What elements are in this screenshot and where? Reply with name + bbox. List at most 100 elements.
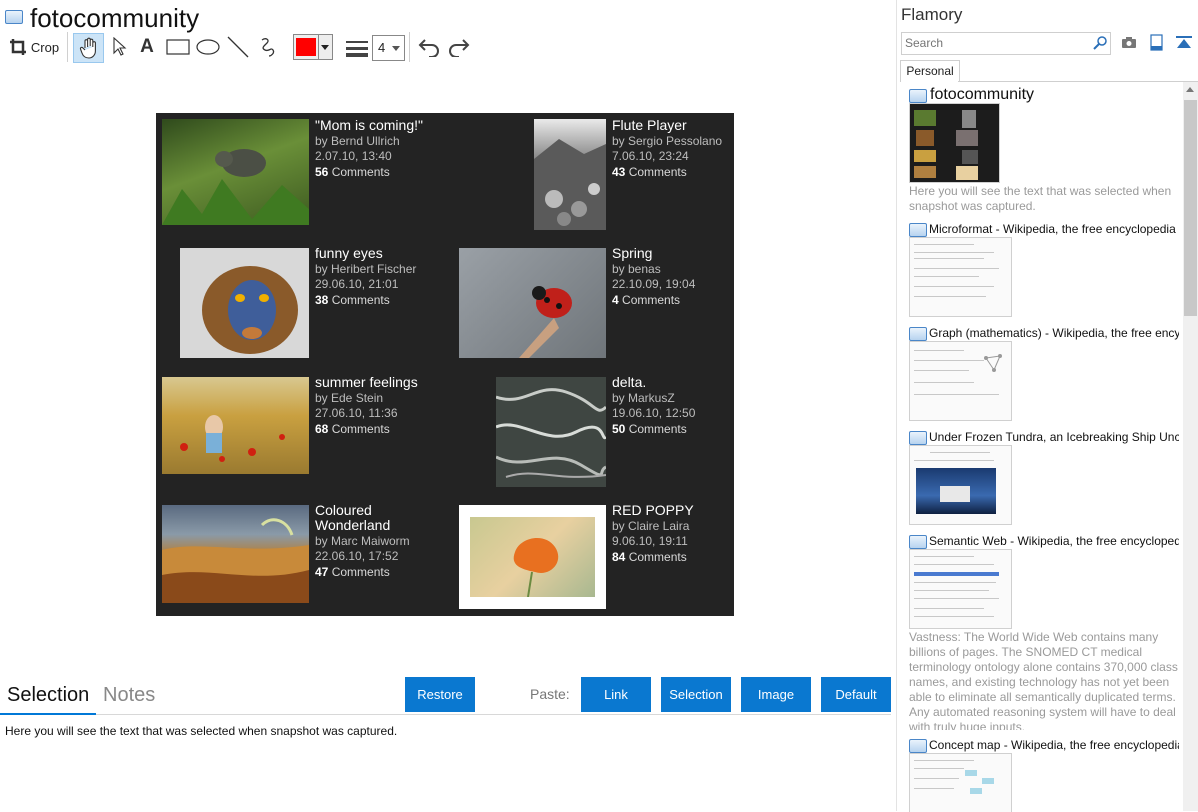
comment-count: 47 — [315, 565, 329, 579]
photo-author: by Marc Maiworm — [315, 534, 410, 548]
snapshot-thumbnail[interactable] — [909, 237, 1012, 317]
snapshot-thumbnail[interactable] — [909, 103, 1000, 183]
selection-text[interactable]: Here you will see the text that was sele… — [5, 724, 397, 738]
list-item-title[interactable]: Semantic Web - Wikipedia, the free encyc… — [929, 534, 1179, 548]
hand-tool-button[interactable] — [73, 33, 104, 63]
comments-label: Comments — [331, 565, 390, 579]
photo-thumbnail[interactable] — [162, 377, 309, 474]
comments-label: Comments — [331, 165, 390, 179]
photo-date: 22.06.10, 17:52 — [315, 549, 399, 563]
comments-label: Comments — [331, 293, 390, 307]
redo-button[interactable] — [446, 34, 472, 60]
tab-strip-line — [958, 81, 1198, 82]
photo-title: "Mom is coming!" — [315, 117, 423, 133]
gallery-item[interactable]: funny eyes by Heribert Fischer 29.06.10,… — [315, 246, 450, 308]
comment-count: 38 — [315, 293, 329, 307]
snapshot-thumbnail[interactable] — [909, 445, 1012, 525]
photo-author: by Heribert Fischer — [315, 262, 417, 276]
app-icon — [5, 10, 23, 24]
gallery-item[interactable]: Flute Player by Sergio Pessolano 7.06.10… — [612, 118, 732, 180]
page-icon[interactable] — [1150, 34, 1163, 51]
photo-title: delta. — [612, 374, 647, 390]
crop-label: Crop — [30, 39, 60, 55]
restore-button[interactable]: Restore — [405, 677, 475, 712]
line-width-button[interactable] — [345, 36, 369, 62]
photo-thumbnail[interactable] — [495, 377, 608, 487]
photo-author: by Claire Laira — [612, 519, 690, 533]
ellipse-tool-button[interactable] — [195, 34, 221, 60]
list-item-title[interactable]: Under Frozen Tundra, an Icebreaking Ship… — [929, 430, 1179, 444]
photo-thumbnail[interactable] — [534, 119, 606, 230]
comment-count: 43 — [612, 165, 626, 179]
photo-thumbnail[interactable] — [459, 248, 606, 358]
gallery-item[interactable]: RED POPPY by Claire Laira 9.06.10, 19:11… — [612, 503, 732, 565]
comments-label: Comments — [331, 422, 390, 436]
page-icon — [909, 535, 927, 549]
color-picker[interactable] — [293, 34, 333, 60]
photo-title: Spring — [612, 245, 653, 261]
freehand-tool-button[interactable] — [256, 34, 280, 60]
photo-thumbnail[interactable] — [162, 119, 309, 225]
crop-icon — [9, 39, 26, 55]
photo-thumbnail[interactable] — [459, 505, 606, 609]
search-box[interactable] — [901, 32, 1111, 55]
snapshot-text: Here you will see the text that was sele… — [909, 184, 1172, 213]
photo-date: 2.07.10, 13:40 — [315, 149, 392, 163]
paste-selection-button[interactable]: Selection — [661, 677, 731, 712]
comment-count: 4 — [612, 293, 619, 307]
gallery-item[interactable]: Coloured Wonderland by Marc Maiworm 22.0… — [315, 503, 450, 580]
photo-comments: 38 Comments — [315, 293, 450, 308]
comments-label: Comments — [628, 550, 687, 564]
pointer-tool-button[interactable] — [107, 34, 131, 60]
photo-author: by benas — [612, 262, 661, 276]
page-icon — [909, 431, 927, 445]
comment-count: 50 — [612, 422, 626, 436]
tab-notes[interactable]: Notes — [103, 684, 155, 707]
tab-personal[interactable]: Personal — [900, 60, 960, 82]
line-width-icon — [346, 41, 368, 57]
paste-link-button[interactable]: Link — [581, 677, 651, 712]
tab-selection[interactable]: Selection — [7, 684, 89, 707]
page-icon — [909, 327, 927, 341]
scrollbar-thumb[interactable] — [1184, 100, 1197, 316]
gallery-item[interactable]: delta. by MarkusZ 19.06.10, 12:50 50 Com… — [612, 375, 732, 437]
snapshot-thumbnail[interactable] — [909, 341, 1012, 421]
list-item-title[interactable]: Microformat - Wikipedia, the free encycl… — [929, 222, 1179, 236]
comments-label: Comments — [628, 165, 687, 179]
photo-thumbnail[interactable] — [162, 505, 309, 603]
undo-button[interactable] — [416, 34, 442, 60]
toolbar-separator — [67, 32, 68, 62]
photo-comments: 50 Comments — [612, 422, 732, 437]
paste-default-button[interactable]: Default — [821, 677, 891, 712]
scroll-up-icon[interactable] — [1186, 87, 1194, 92]
text-tool-button[interactable]: A — [136, 34, 158, 60]
line-width-select[interactable]: 4 — [372, 35, 405, 61]
photo-comments: 47 Comments — [315, 565, 450, 580]
list-item-title[interactable]: fotocommunity — [930, 86, 1180, 104]
photo-comments: 68 Comments — [315, 422, 450, 437]
search-input[interactable] — [902, 33, 1085, 52]
page-icon — [909, 223, 927, 237]
snapshot-thumbnail[interactable] — [909, 753, 1012, 812]
comment-count: 84 — [612, 550, 626, 564]
gallery-item[interactable]: "Mom is coming!" by Bernd Ullrich 2.07.1… — [315, 118, 450, 180]
gallery-item[interactable]: Spring by benas 22.10.09, 19:04 4 Commen… — [612, 246, 732, 308]
line-tool-button[interactable] — [226, 34, 250, 60]
collapse-icon[interactable] — [1176, 36, 1192, 50]
list-item-title[interactable]: Graph (mathematics) - Wikipedia, the fre… — [929, 326, 1179, 340]
comment-count: 68 — [315, 422, 329, 436]
snapshot-thumbnail[interactable] — [909, 549, 1012, 629]
crop-button[interactable]: Crop — [6, 34, 62, 60]
camera-icon[interactable] — [1121, 36, 1137, 49]
photo-date: 29.06.10, 21:01 — [315, 277, 399, 291]
gallery-item[interactable]: summer feelings by Ede Stein 27.06.10, 1… — [315, 375, 450, 437]
sidebar-title: Flamory — [901, 5, 963, 24]
undo-icon — [418, 39, 439, 57]
search-icon[interactable] — [1093, 36, 1107, 50]
rectangle-tool-button[interactable] — [165, 34, 191, 60]
list-item-title[interactable]: Concept map - Wikipedia, the free encycl… — [929, 738, 1179, 752]
photo-comments: 4 Comments — [612, 293, 732, 308]
photo-title: summer feelings — [315, 374, 418, 390]
paste-image-button[interactable]: Image — [741, 677, 811, 712]
photo-thumbnail[interactable] — [180, 248, 309, 358]
